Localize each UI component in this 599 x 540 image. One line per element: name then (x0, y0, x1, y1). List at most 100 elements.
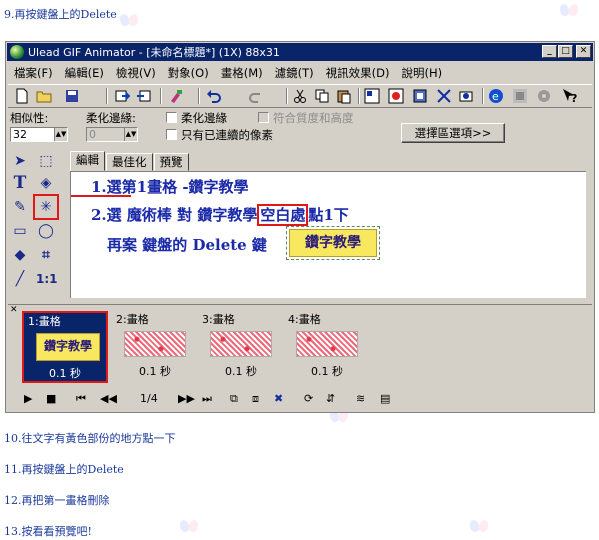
frame-properties-icon[interactable]: ≋ (356, 392, 365, 405)
property-bar: 相似性: 32 ▲▼ 柔化邊緣: 0 ▲▼ 柔化邊緣 符合質度和高度 只有已連續的像… (8, 108, 592, 146)
copy-icon[interactable] (314, 88, 330, 104)
menu-help[interactable]: 說明(H) (395, 65, 448, 81)
menu-filter[interactable]: 濾鏡(T) (269, 65, 320, 81)
import-icon[interactable] (114, 88, 130, 104)
reverse-frames-icon[interactable]: ⇵ (326, 392, 335, 405)
svg-text:?: ? (571, 92, 577, 104)
frame-3[interactable]: 3:畫格 0.1 秒 (198, 311, 284, 383)
playback-bar: ▶ ■ ⏮ ◀◀ 1/4 ▶▶ ⏭ ⧉ ⧈ ✖ ⟳ ⇵ ≋ ▤ (8, 388, 592, 410)
window-title: Ulead GIF Animator - [未命名標題*] (1X) 88x31 (28, 46, 280, 59)
tab-edit[interactable]: 編輯 (70, 151, 105, 171)
contiguous-checkbox[interactable] (166, 129, 177, 140)
first-frame-icon[interactable]: ⏮ (76, 392, 86, 406)
next-frame-icon[interactable]: ▶▶ (178, 392, 195, 405)
menu-object[interactable]: 對象(O) (162, 65, 215, 81)
delete-frame-icon[interactable]: ✖ (274, 392, 283, 405)
undo-icon[interactable] (206, 88, 222, 104)
frame-panel: ✕ 1:畫格 鑽字教學 0.1 秒 2:畫格 0.1 秒 3:畫格 0.1 秒 … (8, 304, 592, 387)
frame-icon[interactable] (412, 88, 428, 104)
frame-1-thumbnail: 鑽字教學 (36, 333, 100, 361)
globe-icon[interactable] (512, 88, 528, 104)
brush-tool-icon[interactable]: ✎ (10, 197, 30, 217)
selection-options-button[interactable]: 選擇區選項>> (401, 123, 505, 143)
panel-close-icon[interactable]: ✕ (10, 305, 18, 315)
tab-preview[interactable]: 預覽 (153, 153, 189, 171)
tween-frame-icon[interactable]: ⟳ (304, 392, 313, 405)
fill-tool-icon[interactable]: ◆ (10, 245, 30, 265)
gear-icon[interactable] (536, 88, 552, 104)
transform-tool-icon[interactable]: ◈ (36, 173, 56, 193)
maximize-button[interactable]: □ (558, 45, 573, 58)
menu-video-effects[interactable]: 視訊效果(D) (320, 65, 396, 81)
tool-panel: ➤ ⬚ T ◈ ✎ ✳ ▭ ◯ ◆ ⌗ ╱ 1:1 (8, 149, 64, 299)
feather-input[interactable]: 0 ▲▼ (86, 127, 138, 142)
cut-icon[interactable] (292, 88, 308, 104)
magic-wand-highlight (33, 194, 59, 220)
menu-edit[interactable]: 編輯(E) (59, 65, 110, 81)
crop-tool-icon[interactable]: ⌗ (36, 245, 56, 265)
frame-list-icon[interactable]: ▤ (380, 392, 390, 405)
menu-bar: 檔案(F) 編輯(E) 檢視(V) 對象(O) 畫格(M) 濾鏡(T) 視訊效果… (8, 63, 448, 82)
canvas-text-image[interactable]: 鑽字教學 (286, 226, 380, 260)
redo-icon[interactable] (248, 88, 264, 104)
eyedropper-tool-icon[interactable]: ╱ (10, 269, 30, 289)
antialias-label: 柔化邊緣 (181, 111, 227, 125)
browser-icon[interactable]: e (488, 88, 504, 104)
play-icon[interactable]: ▶ (24, 392, 32, 405)
open-folder-icon[interactable] (36, 88, 52, 104)
paste-icon[interactable] (336, 88, 352, 104)
lasso-tool-icon[interactable]: ◯ (36, 221, 56, 241)
step-9-text: 9.再按鍵盤上的Delete (4, 8, 117, 21)
save-icon[interactable] (64, 88, 80, 104)
canvas-area: 編輯 最佳化 預覽 1.選第1畫格 -鑽字教學 2.選 魔術棒 對 鑽字教學 空白… (66, 149, 591, 301)
butterfly-decoration (470, 520, 488, 534)
previous-frame-icon[interactable]: ◀◀ (100, 392, 117, 405)
duplicate-frame-icon[interactable]: ⧈ (252, 392, 259, 406)
annotation-line-2: 2.選 魔術棒 對 鑽字教學 空白處 點1下 (91, 204, 349, 226)
feather-label: 柔化邊緣: (86, 111, 136, 125)
stop-icon[interactable]: ■ (46, 392, 56, 405)
text-tool-icon[interactable]: T (10, 173, 30, 193)
spin-arrows-icon[interactable]: ▲▼ (54, 128, 67, 141)
gif-animator-window: Ulead GIF Animator - [未命名標題*] (1X) 88x31… (5, 41, 595, 413)
match-checkbox[interactable] (258, 112, 269, 123)
frame-3-thumbnail (210, 331, 272, 357)
optimize-icon[interactable] (364, 88, 380, 104)
spin-arrows-icon[interactable]: ▲▼ (124, 128, 137, 141)
frame-1[interactable]: 1:畫格 鑽字教學 0.1 秒 (22, 311, 108, 383)
svg-text:e: e (492, 90, 499, 103)
antialias-checkbox[interactable] (166, 112, 177, 123)
marquee-tool-icon[interactable]: ⬚ (36, 151, 56, 171)
edit-canvas[interactable]: 1.選第1畫格 -鑽字教學 2.選 魔術棒 對 鑽字教學 空白處 點1下 再案 鍵盤… (70, 171, 586, 298)
menu-frame[interactable]: 畫格(M) (215, 65, 269, 81)
add-frame-icon[interactable]: ⧉ (230, 392, 238, 406)
frame-4[interactable]: 4:畫格 0.1 秒 (284, 311, 370, 383)
title-bar: Ulead GIF Animator - [未命名標題*] (1X) 88x31… (7, 43, 593, 61)
menu-view[interactable]: 檢視(V) (110, 65, 162, 81)
frame-2[interactable]: 2:畫格 0.1 秒 (112, 311, 198, 383)
eraser-tool-icon[interactable]: ▭ (10, 221, 30, 241)
butterfly-decoration (120, 14, 138, 28)
step-12-text: 12.再把第一畫格刪除 (4, 494, 110, 507)
zoom-ratio-tool-icon[interactable]: 1:1 (36, 269, 58, 289)
blank-area-highlight: 空白處 (257, 204, 309, 226)
menu-file[interactable]: 檔案(F) (8, 65, 59, 81)
filter-icon[interactable] (458, 88, 474, 104)
tween-icon[interactable] (436, 88, 452, 104)
step-13-text: 13.按看看預覽吧! (4, 525, 92, 538)
match-label: 符合質度和高度 (273, 111, 354, 125)
pointer-tool-icon[interactable]: ➤ (10, 151, 30, 171)
paint-icon[interactable] (168, 88, 184, 104)
minimize-button[interactable]: _ (542, 45, 557, 58)
butterfly-decoration (560, 4, 578, 18)
similarity-input[interactable]: 32 ▲▼ (10, 127, 68, 142)
help-icon[interactable]: ? (562, 88, 578, 104)
preview-icon[interactable] (388, 88, 404, 104)
app-icon (10, 45, 24, 59)
new-file-icon[interactable] (14, 88, 30, 104)
last-frame-icon[interactable]: ⏭ (202, 392, 212, 406)
frame-counter: 1/4 (140, 392, 158, 405)
tab-optimize[interactable]: 最佳化 (106, 153, 153, 171)
close-button[interactable]: ✕ (576, 45, 591, 58)
export-icon[interactable] (136, 88, 152, 104)
